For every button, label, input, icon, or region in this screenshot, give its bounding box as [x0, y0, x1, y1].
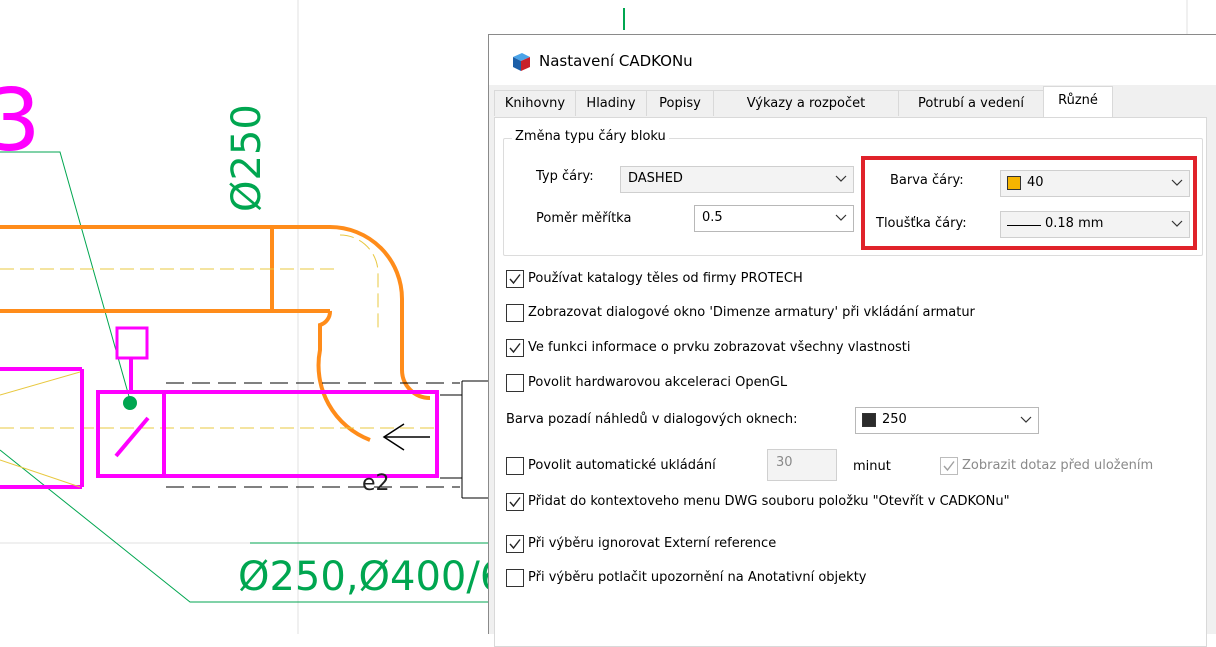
- option-label: Povolit hardwarovou akceleraci OpenGL: [528, 375, 788, 390]
- chevron-down-icon: [835, 214, 847, 221]
- groupbox-title: Změna typu čáry bloku: [512, 129, 669, 144]
- chevron-down-icon: [1020, 416, 1032, 423]
- line-weight-label: Tloušťka čáry:: [876, 216, 967, 231]
- chevron-down-icon: [1171, 179, 1183, 186]
- tab-knihovny[interactable]: Knihovny: [494, 90, 576, 116]
- option-label: Přidat do kontextoveho menu DWG souboru …: [528, 494, 1010, 509]
- checkbox[interactable]: [506, 569, 524, 587]
- flange: [440, 380, 488, 499]
- line-color-select[interactable]: 40: [1000, 170, 1190, 197]
- line-type-select[interactable]: DASHED: [620, 166, 854, 193]
- minutes-unit-label: minut: [853, 459, 891, 474]
- bg-color-value: 250: [882, 412, 907, 427]
- option-label: Používat katalogy těles od firmy PROTECH: [528, 271, 803, 286]
- magenta-valve: [0, 326, 439, 489]
- checkbox[interactable]: [506, 493, 524, 511]
- cad-pipe-label: e2: [362, 471, 390, 496]
- tab-ruzne[interactable]: Různé: [1043, 86, 1113, 117]
- settings-dialog: Nastavení CADKONu Knihovny Hladiny Popis…: [488, 34, 1216, 647]
- line-type-groupbox: Změna typu čáry bloku Typ čáry: DASHED P…: [503, 129, 1203, 256]
- checkmark-icon: [943, 461, 955, 472]
- cadkon-app-icon: [513, 53, 530, 71]
- option-label: Při výběru potlačit upozornění na Anotat…: [528, 570, 867, 585]
- checkmark-icon: [509, 497, 521, 508]
- checkmark-icon: [509, 539, 521, 550]
- bg-color-swatch: [862, 413, 876, 427]
- checkbox[interactable]: [506, 270, 524, 288]
- checkbox[interactable]: [506, 304, 524, 322]
- scale-value: 0.5: [702, 210, 723, 225]
- tab-hladiny[interactable]: Hladiny: [575, 90, 647, 116]
- line-color-label: Barva čáry:: [890, 173, 964, 188]
- line-color-value: 40: [1027, 175, 1044, 190]
- cad-dimension-bottom: Ø250,Ø400/6: [238, 554, 505, 600]
- leader-lines: [0, 151, 488, 603]
- checkbox[interactable]: [506, 457, 524, 475]
- tab-panel-ruzne: Změna typu čáry bloku Typ čáry: DASHED P…: [494, 117, 1207, 647]
- tab-vykazy[interactable]: Výkazy a rozpočet: [713, 90, 899, 116]
- tab-popisy[interactable]: Popisy: [646, 90, 714, 116]
- option-label: Ve funkci informace o prvku zobrazovat v…: [528, 340, 911, 355]
- line-weight-sample: [1007, 225, 1041, 226]
- insulation-lines: [166, 382, 460, 488]
- checkbox[interactable]: [506, 339, 524, 357]
- line-type-label: Typ čáry:: [536, 169, 594, 184]
- scale-select[interactable]: 0.5: [694, 205, 854, 232]
- color-swatch: [1007, 176, 1021, 190]
- chevron-down-icon: [1171, 220, 1183, 227]
- checkmark-icon: [509, 274, 521, 285]
- line-weight-value: 0.18 mm: [1045, 216, 1104, 231]
- checkmark-icon: [509, 343, 521, 354]
- cad-dimension-vertical: Ø250: [224, 104, 270, 212]
- line-type-value: DASHED: [628, 171, 683, 186]
- checkbox[interactable]: [506, 374, 524, 392]
- chevron-down-icon: [835, 175, 847, 182]
- option-label: Povolit automatické ukládání: [528, 458, 716, 473]
- tab-potrubi[interactable]: Potrubí a vedení: [898, 90, 1044, 116]
- bg-color-select[interactable]: 250: [855, 407, 1039, 434]
- checkbox[interactable]: [940, 457, 958, 475]
- checkbox[interactable]: [506, 535, 524, 553]
- scale-label: Poměr měřítka: [536, 211, 632, 226]
- dialog-title: Nastavení CADKONu: [539, 52, 693, 70]
- orange-pipe: [0, 225, 431, 442]
- cad-label-top: 3: [0, 71, 41, 171]
- option-label: Zobrazovat dialogové okno 'Dimenze armat…: [528, 305, 975, 320]
- option-label: Při výběru ignorovat Externí reference: [528, 536, 777, 551]
- autosave-minutes-input[interactable]: 30: [767, 449, 837, 481]
- thin-diagonals: [0, 371, 81, 488]
- leader-point: [123, 396, 137, 410]
- dialog-titlebar[interactable]: Nastavení CADKONu: [489, 35, 1216, 85]
- line-weight-select[interactable]: 0.18 mm: [1000, 211, 1190, 238]
- autosave-minutes-value: 30: [776, 455, 793, 470]
- option-label: Zobrazit dotaz před uložením: [962, 458, 1154, 473]
- bg-color-label: Barva pozadí náhledů v dialogových oknec…: [506, 412, 798, 427]
- orange-centerlines: [0, 234, 440, 429]
